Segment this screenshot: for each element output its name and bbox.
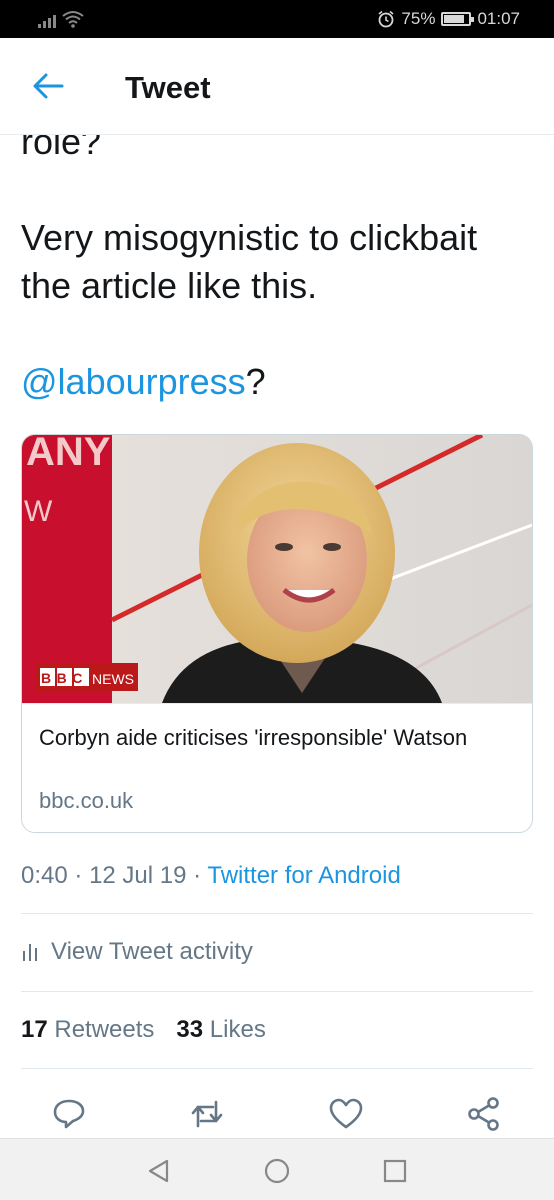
likes-label: Likes [209, 1016, 266, 1043]
tweet-text: Very misogynistic to clickbait the artic… [21, 217, 478, 306]
card-bg-text-mid: W [24, 495, 53, 528]
tweet-mention-line: @labourpress? [21, 358, 266, 406]
view-tweet-activity-button[interactable]: View Tweet activity [21, 938, 253, 966]
tweet-client-link[interactable]: Twitter for Android [207, 862, 400, 889]
nav-home-button[interactable] [263, 1157, 291, 1185]
tweet-actions [0, 1088, 554, 1138]
alarm-icon [378, 10, 394, 28]
card-domain: bbc.co.uk [39, 788, 134, 813]
card-image: ANY W BBC NEWS [22, 435, 532, 703]
wifi-icon [62, 11, 84, 28]
status-time: 01:07 [477, 9, 520, 28]
heart-icon [329, 1098, 363, 1129]
share-icon [468, 1097, 499, 1131]
battery-icon [441, 12, 475, 26]
app-header: Tweet [0, 38, 554, 135]
likes-count: 33 [176, 1016, 204, 1043]
triangle-back-icon [148, 1159, 169, 1183]
card-body: Corbyn aide criticises 'irresponsible' W… [22, 703, 532, 832]
status-bar: 75% 01:07 [0, 0, 554, 38]
back-button[interactable] [30, 71, 66, 101]
retweets-stat[interactable]: 17 Retweets [21, 1016, 154, 1044]
meta-separator-2: · [193, 862, 202, 889]
retweets-label: Retweets [54, 1016, 155, 1043]
tweet-text-clipped-area: role? [0, 135, 554, 165]
circle-home-icon [264, 1158, 290, 1184]
meta-separator-1: · [74, 862, 83, 889]
retweet-icon [191, 1100, 223, 1128]
tweet-date: 12 Jul 19 [89, 862, 187, 889]
like-button[interactable] [328, 1096, 364, 1132]
mention-link[interactable]: @labourpress [21, 361, 246, 402]
status-left [38, 10, 84, 28]
tweet-meta: 0:40 · 12 Jul 19 · Twitter for Android [21, 862, 401, 890]
tweet-stats: 17 Retweets 33 Likes [21, 1016, 266, 1044]
divider [21, 913, 533, 914]
nav-back-button[interactable] [145, 1157, 173, 1185]
status-right: 75% 01:07 [377, 9, 520, 29]
reply-icon [53, 1099, 85, 1129]
retweet-button[interactable] [189, 1096, 225, 1132]
share-button[interactable] [466, 1096, 502, 1132]
battery-fill [444, 15, 464, 23]
tweet-text-clipped: role? [21, 135, 102, 162]
card-title: Corbyn aide criticises 'irresponsible' W… [39, 725, 468, 750]
system-nav-bar [0, 1138, 554, 1200]
retweets-count: 17 [21, 1016, 48, 1043]
page-title: Tweet [125, 70, 211, 105]
divider [21, 991, 533, 992]
square-recents-icon [383, 1159, 407, 1183]
bbc-news-text: NEWS [92, 671, 134, 687]
link-card[interactable]: ANY W BBC NEWS Corbyn aide criticises 'i… [21, 434, 533, 833]
battery-percent: 75% [401, 9, 436, 28]
reply-button[interactable] [51, 1096, 87, 1132]
arrow-left-icon [33, 73, 64, 99]
mention-suffix: ? [245, 361, 266, 402]
likes-stat[interactable]: 33 Likes [176, 1016, 265, 1044]
view-tweet-activity-label: View Tweet activity [51, 938, 253, 965]
signal-icon [38, 12, 56, 28]
bar-chart-icon [23, 944, 37, 961]
bbc-logo-text: BBC [41, 670, 88, 686]
tweet-time: 0:40 [21, 862, 68, 889]
card-bg-text-top: ANY [26, 435, 111, 474]
nav-recents-button[interactable] [381, 1157, 409, 1185]
divider [21, 1068, 533, 1069]
